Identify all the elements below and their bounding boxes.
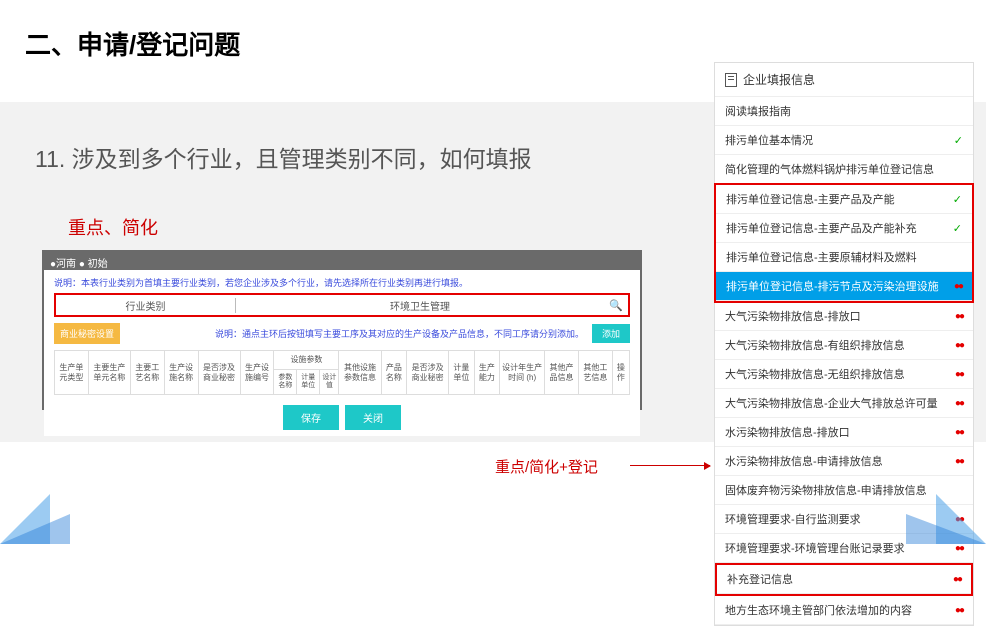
hint-text-1: 说明：本表行业类别为首填主要行业类别，若您企业涉及多个行业，请先选择所在行业类别… xyxy=(54,276,630,289)
sidebar-item[interactable]: 排污单位基本情况 ✓ xyxy=(715,126,973,155)
table-header: 其他产品信息 xyxy=(545,351,579,395)
question-text: 11. 涉及到多个行业，且管理类别不同，如何填报 xyxy=(35,140,532,174)
sidebar-item[interactable]: 地方生态环境主管部门依法增加的内容 ●● xyxy=(715,596,973,625)
status-dots-icon: ●● xyxy=(955,427,963,438)
check-icon: ✓ xyxy=(953,193,962,206)
sidebar-item-label: 水污染物排放信息-排放口 xyxy=(725,424,850,440)
sidebar-item-label: 阅读填报指南 xyxy=(725,103,791,119)
sidebar-item[interactable]: 排污单位登记信息-主要原辅材料及燃料 xyxy=(716,243,972,272)
sidebar-item-label: 排污单位登记信息-排污节点及污染治理设施 xyxy=(726,278,939,294)
industry-row: 行业类别 环境卫生管理 🔍 xyxy=(54,293,630,317)
status-dots-icon: ●● xyxy=(954,281,962,292)
sidebar-item-label: 排污单位登记信息-主要原辅材料及燃料 xyxy=(726,249,917,265)
add-button[interactable]: 添加 xyxy=(592,324,630,343)
sidebar-item-label: 大气污染物排放信息-无组织排放信息 xyxy=(725,366,905,382)
sidebar-item[interactable]: 大气污染物排放信息-企业大气排放总许可量 ●● xyxy=(715,389,973,418)
close-button[interactable]: 关闭 xyxy=(345,405,401,430)
sidebar-item[interactable]: 水污染物排放信息-排放口 ●● xyxy=(715,418,973,447)
sidebar-item[interactable]: 水污染物排放信息-申请排放信息 ●● xyxy=(715,447,973,476)
status-dots-icon: ●● xyxy=(955,369,963,380)
sidebar-item-label: 环境管理要求-环境管理台账记录要求 xyxy=(725,540,905,556)
sidebar-item[interactable]: 阅读填报指南 xyxy=(715,97,973,126)
decoration xyxy=(0,514,70,544)
table-header: 主要生产单元名称 xyxy=(88,351,130,395)
sidebar-item[interactable]: 排污单位登记信息-主要产品及产能 ✓ xyxy=(716,185,972,214)
business-secret-button[interactable]: 商业秘密设置 xyxy=(54,323,120,344)
table-header: 是否涉及商业秘密 xyxy=(407,351,449,395)
sidebar-item-label: 地方生态环境主管部门依法增加的内容 xyxy=(725,602,912,618)
sidebar-item-label: 大气污染物排放信息-排放口 xyxy=(725,308,861,324)
status-dots-icon: ●● xyxy=(955,398,963,409)
check-icon: ✓ xyxy=(953,222,962,235)
app-window: ●河南 ● 初始 说明：本表行业类别为首填主要行业类别，若您企业涉及多个行业，请… xyxy=(42,250,642,410)
highlight-box: 排污单位登记信息-主要产品及产能✓排污单位登记信息-主要产品及产能补充✓排污单位… xyxy=(714,183,974,303)
table-header: 是否涉及商业秘密 xyxy=(198,351,240,395)
status-dots-icon: ●● xyxy=(955,456,963,467)
sidebar-item[interactable]: 大气污染物排放信息-有组织排放信息 ●● xyxy=(715,331,973,360)
industry-value: 环境卫生管理 xyxy=(236,298,604,313)
panel-header: 企业填报信息 xyxy=(715,63,973,97)
decoration xyxy=(906,514,986,544)
sidebar-item-label: 简化管理的气体燃料锅炉排污单位登记信息 xyxy=(725,161,934,177)
table-header: 生产设施编号 xyxy=(240,351,274,395)
save-button[interactable]: 保存 xyxy=(283,405,339,430)
sidebar-item-label: 环境管理要求-自行监测要求 xyxy=(725,511,861,527)
sidebar-item-label: 补充登记信息 xyxy=(727,571,793,587)
sidebar-item[interactable]: 固体废弃物污染物排放信息-申请排放信息 xyxy=(715,476,973,505)
table-header: 生产能力 xyxy=(474,351,499,395)
sidebar-item-label: 排污单位基本情况 xyxy=(725,132,813,148)
hint-text-2: 说明：通点主环后按钮填写主要工序及其对应的生产设备及产品信息，不同工序请分别添加… xyxy=(215,327,584,340)
sidebar-item-label: 大气污染物排放信息-企业大气排放总许可量 xyxy=(725,395,938,411)
table-header: 其他工艺信息 xyxy=(578,351,612,395)
table-subheader: 参数名称 xyxy=(274,369,297,395)
annotation-top: 重点、简化 xyxy=(68,214,158,240)
highlight-box: 补充登记信息 ●● xyxy=(715,563,973,596)
industry-label: 行业类别 xyxy=(56,298,236,313)
table-header: 其他设施参数信息 xyxy=(339,351,381,395)
arrow-icon xyxy=(630,465,710,466)
search-icon[interactable]: 🔍 xyxy=(604,299,628,312)
table-header: 生产单元类型 xyxy=(55,351,89,395)
annotation-bottom: 重点/简化+登记 xyxy=(495,456,598,477)
table-subheader: 设计值 xyxy=(320,369,339,395)
status-dots-icon: ●● xyxy=(955,311,963,322)
table-header: 生产设施名称 xyxy=(164,351,198,395)
sidebar-item-label: 排污单位登记信息-主要产品及产能补充 xyxy=(726,220,917,236)
sidebar-item[interactable]: 大气污染物排放信息-无组织排放信息 ●● xyxy=(715,360,973,389)
sidebar-item[interactable]: 补充登记信息 ●● xyxy=(717,565,971,594)
status-dots-icon: ●● xyxy=(955,543,963,554)
table-subheader: 计量单位 xyxy=(297,369,320,395)
sidebar-item[interactable]: 简化管理的气体燃料锅炉排污单位登记信息 xyxy=(715,155,973,184)
status-dots-icon: ●● xyxy=(955,605,963,616)
table-header: 主要工艺名称 xyxy=(130,351,164,395)
status-dots-icon: ●● xyxy=(953,574,961,585)
sidebar-item[interactable]: 排污单位登记信息-排污节点及污染治理设施 ●● xyxy=(716,272,972,301)
check-icon: ✓ xyxy=(954,134,963,147)
headers-table: 生产单元类型主要生产单元名称主要工艺名称生产设施名称是否涉及商业秘密生产设施编号… xyxy=(54,350,630,395)
sidebar-item[interactable]: 大气污染物排放信息-排放口 ●● xyxy=(715,302,973,331)
sidebar-item-label: 水污染物排放信息-申请排放信息 xyxy=(725,453,883,469)
status-dots-icon: ●● xyxy=(955,340,963,351)
document-icon xyxy=(725,73,737,87)
table-header: 计量单位 xyxy=(449,351,474,395)
table-header: 产品名称 xyxy=(381,351,406,395)
sidebar-item-label: 排污单位登记信息-主要产品及产能 xyxy=(726,191,895,207)
window-titlebar: ●河南 ● 初始 xyxy=(44,252,640,270)
table-header: 操作 xyxy=(612,351,629,395)
panel-title: 企业填报信息 xyxy=(743,71,815,88)
table-header: 设计年生产时间 (h) xyxy=(500,351,545,395)
sidebar-item-label: 大气污染物排放信息-有组织排放信息 xyxy=(725,337,905,353)
table-header: 设施参数 xyxy=(274,351,339,370)
sidebar-item-label: 固体废弃物污染物排放信息-申请排放信息 xyxy=(725,482,927,498)
sidebar-item[interactable]: 排污单位登记信息-主要产品及产能补充 ✓ xyxy=(716,214,972,243)
